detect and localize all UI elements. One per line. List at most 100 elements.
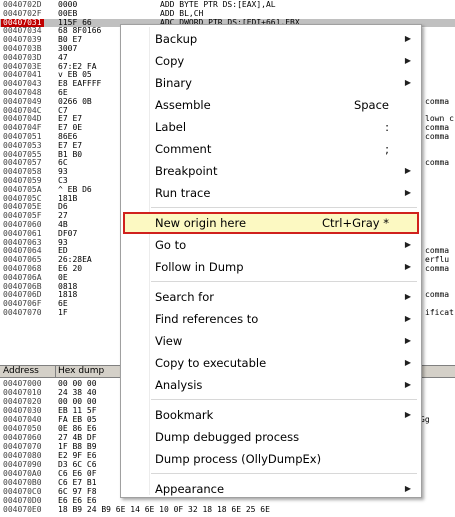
- disasm-row[interactable]: 0040702D 0000 ADD BYTE PTR DS:[EAX],AL: [0, 1, 455, 9]
- submenu-arrow-icon: ▶: [404, 410, 411, 419]
- disasm-hex: B1 B0: [58, 149, 83, 159]
- disasm-hex: 0818: [58, 281, 78, 291]
- disasm-hex: D6: [58, 202, 68, 212]
- menu-item-label: Assemble: [155, 98, 211, 112]
- disasm-hex: 93: [58, 237, 68, 247]
- dump-address: 00407040: [3, 415, 42, 424]
- disasm-address: 0040706B: [3, 281, 42, 291]
- submenu-arrow-icon: ▶: [404, 188, 411, 197]
- menu-separator: [151, 399, 417, 400]
- submenu-arrow-icon: ▶: [404, 56, 411, 65]
- disasm-hex: 47: [58, 52, 68, 62]
- menu-item-dump-process-ollydumpex[interactable]: Dump process (OllyDumpEx): [123, 448, 419, 470]
- menu-item-label: Copy to executable: [155, 356, 267, 370]
- disasm-address: 00407053: [3, 140, 42, 150]
- menu-item-label: Comment: [155, 142, 212, 156]
- disasm-hex: 0E: [58, 272, 68, 282]
- disasm-address: 0040704D: [3, 114, 42, 124]
- disasm-hex: 6C: [58, 158, 68, 168]
- disasm-comment: comma: [425, 290, 450, 300]
- submenu-arrow-icon: ▶: [404, 380, 411, 389]
- disasm-hex: v EB 05: [58, 70, 92, 80]
- disasm-hex: E6 20: [58, 264, 83, 273]
- disasm-comment: erflu: [425, 255, 450, 265]
- dump-address: 004070A0: [3, 469, 42, 478]
- menu-item-search-for[interactable]: Search for ▶: [123, 286, 419, 308]
- disasm-comment: lown c: [425, 114, 454, 124]
- disasm-address: 00407051: [3, 132, 42, 141]
- dump-hex-bytes: 18 B9 24 B9 6E 14 6E 10 0F 32 18 18 6E 2…: [58, 505, 270, 514]
- menu-item-copy-to-executable[interactable]: Copy to executable ▶: [123, 352, 419, 374]
- menu-item-find-references-to[interactable]: Find references to ▶: [123, 308, 419, 330]
- menu-item-shortcut: ;: [385, 142, 389, 156]
- dump-col-ascii[interactable]: [417, 366, 455, 377]
- menu-item-backup[interactable]: Backup ▶: [123, 28, 419, 50]
- menu-item-analysis[interactable]: Analysis ▶: [123, 374, 419, 396]
- menu-item-breakpoint[interactable]: Breakpoint ▶: [123, 160, 419, 182]
- menu-item-appearance[interactable]: Appearance ▶: [123, 478, 419, 500]
- menu-item-bookmark[interactable]: Bookmark ▶: [123, 404, 419, 426]
- disasm-address: 00407060: [3, 220, 42, 229]
- dump-hex-bytes: FA EB 05: [58, 415, 97, 424]
- disasm-hex: 68 8F0166: [58, 26, 102, 36]
- menu-item-go-to[interactable]: Go to ▶: [123, 234, 419, 256]
- menu-item-follow-in-dump[interactable]: Follow in Dump ▶: [123, 256, 419, 278]
- submenu-arrow-icon: ▶: [404, 262, 411, 271]
- menu-item-label: Binary: [155, 76, 192, 90]
- disasm-comment: comma: [425, 264, 450, 273]
- menu-item-shortcut: Ctrl+Gray *: [322, 216, 389, 230]
- dump-col-address[interactable]: Address: [0, 366, 56, 377]
- menu-item-new-origin-here[interactable]: New origin here Ctrl+Gray *: [123, 212, 419, 234]
- dump-address: 00407090: [3, 460, 42, 469]
- disasm-address: 0040706A: [3, 272, 42, 282]
- menu-item-label: Run trace: [155, 186, 211, 200]
- menu-item-binary[interactable]: Binary ▶: [123, 72, 419, 94]
- dump-hex-bytes: C6 E7 B1: [58, 478, 97, 487]
- menu-separator: [151, 281, 417, 282]
- disasm-address: 00407031: [1, 17, 44, 27]
- disasm-hex: 1818: [58, 290, 78, 300]
- dump-address: 004070C0: [3, 487, 42, 496]
- disasm-address: 0040704C: [3, 105, 42, 115]
- dump-hex-bytes: 27 4B DF: [58, 433, 97, 442]
- disasm-row[interactable]: 0040702F 00EB ADD BL,CH: [0, 8, 455, 18]
- disasm-comment: comma: [425, 96, 450, 106]
- dump-hex-bytes: E2 9F E6: [58, 451, 97, 460]
- dump-address: 00407050: [3, 424, 42, 433]
- menu-item-label: Search for: [155, 290, 214, 304]
- menu-item-assemble[interactable]: Assemble Space: [123, 94, 419, 116]
- menu-item-label: Backup: [155, 32, 198, 46]
- dump-address: 00407030: [3, 406, 42, 415]
- dump-address: 00407060: [3, 433, 42, 442]
- disasm-hex: 26:28EA: [58, 255, 92, 265]
- submenu-arrow-icon: ▶: [404, 358, 411, 367]
- disasm-address: 0040704F: [3, 123, 42, 133]
- disasm-address: 00407061: [3, 228, 42, 238]
- menu-item-label: Dump process (OllyDumpEx): [155, 452, 322, 466]
- disasm-hex: 3007: [58, 44, 78, 53]
- menu-item-label[interactable]: Label:: [123, 116, 419, 138]
- disasm-address: 00407048: [3, 88, 42, 97]
- disasm-hex: 115F 66: [58, 17, 92, 27]
- menu-item-copy[interactable]: Copy ▶: [123, 50, 419, 72]
- disasm-hex: E7 0E: [58, 123, 83, 133]
- disasm-comment: comma: [425, 246, 450, 256]
- dump-address: 004070B0: [3, 478, 42, 487]
- menu-item-comment[interactable]: Comment;: [123, 138, 419, 160]
- menu-item-label: Appearance: [155, 482, 225, 496]
- disasm-hex: DF07: [58, 228, 78, 238]
- disasm-address: 0040705C: [3, 193, 42, 203]
- disasm-address: 0040702F: [3, 8, 42, 18]
- disasm-address: 0040703D: [3, 52, 42, 62]
- menu-item-dump-debugged-process[interactable]: Dump debugged process: [123, 426, 419, 448]
- disasm-comment: comma: [425, 158, 450, 168]
- menu-item-label: Bookmark: [155, 408, 214, 422]
- menu-item-view[interactable]: View ▶: [123, 330, 419, 352]
- menu-item-label: Go to: [155, 238, 187, 252]
- menu-separator: [151, 473, 417, 474]
- disasm-address: 0040706F: [3, 299, 42, 309]
- dump-address: 00407000: [3, 379, 42, 388]
- menu-item-run-trace[interactable]: Run trace ▶: [123, 182, 419, 204]
- dump-row[interactable]: 004070E0 18 B9 24 B9 6E 14 6E 10 0F 32 18…: [0, 506, 455, 514]
- disasm-address: 00407065: [3, 255, 42, 265]
